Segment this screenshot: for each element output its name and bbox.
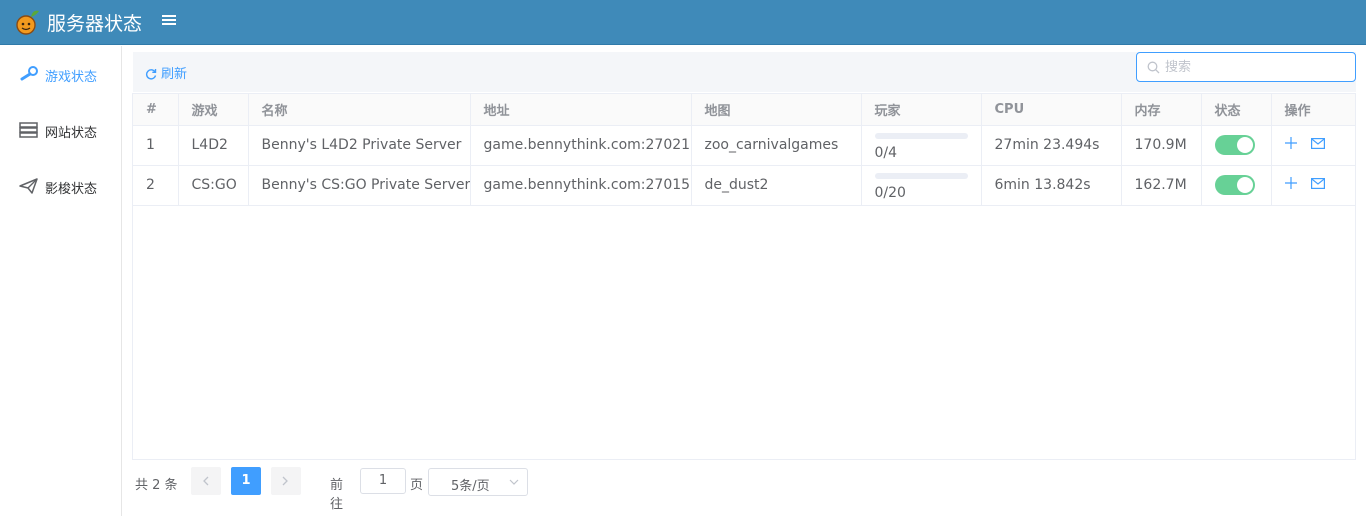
refresh-label: 刷新	[161, 67, 188, 82]
cell-actions	[1271, 165, 1355, 206]
cell-address: game.bennythink.com:27021	[470, 125, 692, 166]
refresh-icon	[145, 69, 157, 80]
app-title: 服务器状态	[47, 13, 143, 35]
steam-icon	[20, 66, 38, 81]
next-page-button[interactable]	[271, 467, 301, 495]
table-header-row: # 游戏 名称 地址 地图 玩家 CPU 内存 状态 操作	[133, 94, 1355, 126]
hamburger-icon[interactable]	[162, 13, 176, 31]
cell-address: game.bennythink.com:27015	[470, 165, 692, 206]
cell-cpu: 27min 23.494s	[981, 125, 1122, 166]
total-count: 共 2 条	[135, 478, 178, 493]
search-input[interactable]	[1165, 58, 1345, 76]
cell-actions	[1271, 125, 1355, 166]
col-header-actions[interactable]: 操作	[1271, 94, 1355, 126]
chevron-right-icon	[282, 476, 288, 486]
plus-icon[interactable]	[1284, 177, 1297, 193]
page-number-current[interactable]: 1	[231, 467, 261, 495]
table-row: 2 CS:GO Benny's CS:GO Private Server gam…	[133, 165, 1355, 206]
cell-memory: 170.9M	[1121, 125, 1202, 166]
logo-icon	[16, 10, 39, 35]
cell-game: CS:GO	[178, 165, 249, 206]
cell-cpu: 6min 13.842s	[981, 165, 1122, 206]
refresh-button[interactable]: 刷新	[145, 63, 187, 82]
cell-name: Benny's L4D2 Private Server	[248, 125, 471, 166]
cell-map: zoo_carnivalgames	[691, 125, 862, 166]
goto-label: 前往	[330, 478, 344, 512]
col-header-memory[interactable]: 内存	[1121, 94, 1202, 126]
cell-game: L4D2	[178, 125, 249, 166]
server-table: # 游戏 名称 地址 地图 玩家 CPU 内存 状态 操作 1 L4D2 Ben…	[132, 93, 1356, 460]
sidebar-item-label: 游戏状态	[45, 70, 98, 85]
paper-plane-icon	[19, 178, 38, 194]
cell-index: 2	[133, 165, 179, 206]
col-header-players[interactable]: 玩家	[861, 94, 982, 126]
sidebar-item-label: 网站状态	[45, 126, 98, 141]
sidebar-item-label: 影梭状态	[45, 182, 98, 197]
col-header-map[interactable]: 地图	[691, 94, 862, 126]
page-label: 页	[410, 478, 424, 493]
cell-name: Benny's CS:GO Private Server	[248, 165, 471, 206]
search-box[interactable]	[1136, 52, 1356, 82]
players-count: 0/20	[874, 185, 906, 201]
col-header-status[interactable]: 状态	[1201, 94, 1272, 126]
top-header: 服务器状态	[0, 0, 1366, 45]
col-header-address[interactable]: 地址	[470, 94, 692, 126]
search-icon	[1147, 61, 1160, 74]
sidebar: 游戏状态 网站状态 影梭状态	[0, 46, 122, 516]
status-toggle[interactable]	[1214, 135, 1255, 155]
col-header-name[interactable]: 名称	[248, 94, 471, 126]
cell-players: 0/4	[861, 125, 982, 166]
col-header-index[interactable]: #	[133, 94, 179, 126]
col-header-cpu[interactable]: CPU	[981, 94, 1122, 126]
status-toggle[interactable]	[1214, 175, 1255, 195]
chevron-down-icon	[509, 479, 519, 485]
players-progress-bar	[874, 173, 968, 179]
sidebar-item-game-status[interactable]: 游戏状态	[0, 46, 121, 102]
mail-icon[interactable]	[1310, 137, 1325, 153]
page-size-value: 5条/页	[451, 479, 490, 494]
cell-players: 0/20	[861, 165, 982, 206]
plus-icon[interactable]	[1284, 137, 1297, 153]
cell-memory: 162.7M	[1121, 165, 1202, 206]
prev-page-button[interactable]	[191, 467, 221, 495]
sidebar-item-website-status[interactable]: 网站状态	[0, 102, 121, 158]
cell-index: 1	[133, 125, 179, 166]
cell-map: de_dust2	[691, 165, 862, 206]
players-count: 0/4	[874, 145, 898, 161]
page-size-select[interactable]: 5条/页	[428, 468, 528, 496]
server-icon	[19, 122, 38, 138]
cell-status	[1201, 125, 1272, 166]
players-progress-bar	[874, 133, 968, 139]
goto-page-input[interactable]: 1	[360, 468, 406, 494]
sidebar-item-shadowsocks-status[interactable]: 影梭状态	[0, 158, 121, 214]
chevron-left-icon	[203, 476, 209, 486]
col-header-game[interactable]: 游戏	[178, 94, 249, 126]
cell-status	[1201, 165, 1272, 206]
mail-icon[interactable]	[1310, 177, 1325, 193]
table-row: 1 L4D2 Benny's L4D2 Private Server game.…	[133, 125, 1355, 166]
